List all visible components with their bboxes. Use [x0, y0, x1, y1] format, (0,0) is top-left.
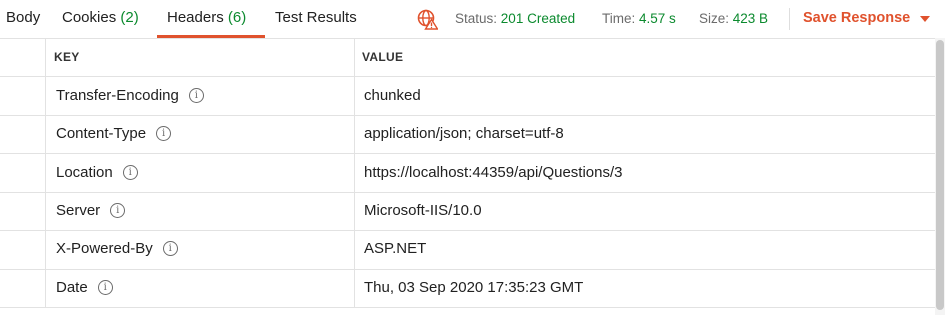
headers-table: KEY VALUE Transfer-Encoding i chunked Co…: [0, 38, 935, 315]
scrollbar-thumb[interactable]: [936, 40, 944, 310]
header-key: Location i: [56, 164, 138, 181]
header-key-text: Server: [56, 202, 101, 219]
tab-test-results-label: Test Results: [275, 9, 357, 26]
table-divider: [0, 38, 935, 39]
info-icon[interactable]: i: [110, 203, 126, 218]
chevron-down-icon[interactable]: [920, 16, 930, 22]
response-status: Status: 201 Created: [455, 11, 575, 26]
tab-cookies[interactable]: Cookies (2): [62, 9, 139, 26]
vertical-scrollbar[interactable]: [935, 38, 945, 315]
tab-test-results[interactable]: Test Results: [275, 9, 357, 26]
header-value: chunked: [364, 87, 421, 104]
table-row: Date i Thu, 03 Sep 2020 17:35:23 GMT: [0, 269, 935, 307]
response-size: Size: 423 B: [699, 11, 768, 26]
table-divider: [0, 307, 935, 308]
save-response-button[interactable]: Save Response: [803, 10, 910, 26]
table-row: X-Powered-By i ASP.NET: [0, 230, 935, 268]
header-value: ASP.NET: [364, 240, 427, 257]
toolbar-divider: [789, 8, 790, 30]
info-icon[interactable]: i: [97, 280, 113, 295]
header-value: Microsoft-IIS/10.0: [364, 202, 482, 219]
header-value: application/json; charset=utf-8: [364, 125, 564, 142]
info-icon[interactable]: i: [122, 165, 138, 180]
response-toolbar: Body Cookies (2) Headers (6) Test Result…: [0, 0, 945, 38]
header-key: Content-Type i: [56, 125, 172, 142]
status-value[interactable]: 201 Created: [501, 11, 575, 26]
header-key: X-Powered-By i: [56, 240, 178, 257]
tab-headers[interactable]: Headers (6): [167, 9, 246, 26]
info-icon[interactable]: i: [162, 241, 178, 256]
header-key: Server i: [56, 202, 126, 219]
info-icon[interactable]: i: [156, 126, 172, 141]
tab-cookies-label: Cookies: [62, 9, 117, 26]
tab-headers-count: (6): [227, 9, 247, 26]
table-row: Transfer-Encoding i chunked: [0, 77, 935, 115]
time-value[interactable]: 4.57 s: [639, 11, 676, 26]
header-key-text: Date: [56, 279, 88, 296]
tab-headers-label: Headers: [167, 9, 224, 26]
column-header-value: VALUE: [362, 50, 404, 64]
response-time: Time: 4.57 s: [602, 11, 676, 26]
size-label: Size:: [699, 11, 730, 26]
info-icon[interactable]: i: [188, 88, 204, 103]
table-row: Server i Microsoft-IIS/10.0: [0, 192, 935, 230]
header-key-text: Location: [56, 164, 113, 181]
size-value[interactable]: 423 B: [733, 11, 768, 26]
globe-warning-icon[interactable]: [416, 8, 438, 30]
header-value: Thu, 03 Sep 2020 17:35:23 GMT: [364, 279, 584, 296]
header-value: https://localhost:44359/api/Questions/3: [364, 164, 623, 181]
tab-cookies-count: (2): [120, 9, 139, 26]
status-label: Status:: [455, 11, 498, 26]
table-row: Content-Type i application/json; charset…: [0, 115, 935, 153]
column-header-key: KEY: [54, 50, 80, 64]
time-label: Time:: [602, 11, 636, 26]
tab-body-label: Body: [6, 9, 41, 26]
header-key: Date i: [56, 279, 113, 296]
header-key-text: Transfer-Encoding: [56, 87, 179, 104]
table-row: Location i https://localhost:44359/api/Q…: [0, 154, 935, 192]
header-key-text: X-Powered-By: [56, 240, 153, 257]
tab-body[interactable]: Body: [6, 9, 40, 26]
header-key-text: Content-Type: [56, 125, 147, 142]
header-key: Transfer-Encoding i: [56, 87, 204, 104]
